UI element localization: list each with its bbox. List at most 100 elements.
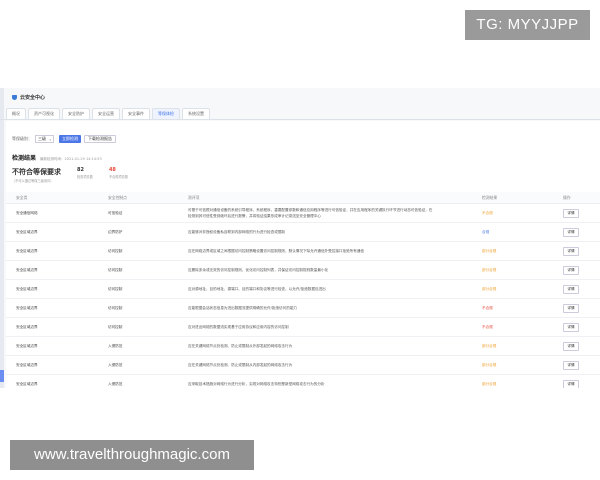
row-type: 访问控制 <box>108 249 123 253</box>
column-header-op: 操作 <box>563 195 571 200</box>
detail-button[interactable]: 详情 <box>563 228 579 237</box>
row-status: 不合规 <box>482 306 493 310</box>
row-type: 入侵防范 <box>108 344 123 348</box>
table-row: 安全区域边界 入侵防范 应采取技术措施对网络行为进行分析，实现对网络攻击特别是新型网… <box>6 375 600 388</box>
tab-asset-visualization[interactable]: 资产可视化 <box>28 108 60 119</box>
watermark-site-label: www.travelthroughmagic.com <box>10 440 254 470</box>
column-header-desc[interactable]: 测评项 <box>188 192 199 204</box>
column-header-type[interactable]: 安全控制点 <box>108 192 168 204</box>
controls-row: 等保级别： 三级 ▾ 立即检测 下载检测报告 <box>12 135 116 143</box>
row-name: 安全区域边界 <box>16 344 38 348</box>
row-type: 可信验证 <box>108 211 123 215</box>
row-status: 不合规 <box>482 325 493 329</box>
row-name: 安全区域边界 <box>16 325 38 329</box>
row-desc: 应在网络边界或区域之间根据访问控制策略设置访问控制规则，默认情况下除允许通信外受… <box>188 249 365 253</box>
sidebar-selected-marker[interactable] <box>0 370 4 382</box>
row-name: 安全区域边界 <box>16 363 38 367</box>
row-type: 访问控制 <box>108 268 123 272</box>
row-desc: 应采取技术措施对网络行为进行分析，实现对网络攻击特别是新型网络攻击行为的分析 <box>188 382 325 386</box>
row-type: 访问控制 <box>108 306 123 310</box>
row-type: 边界防护 <box>108 230 123 234</box>
tab-security-protection[interactable]: 安全防护 <box>62 108 90 119</box>
detail-button[interactable]: 详情 <box>563 285 579 294</box>
column-header-status[interactable]: 检测结果 <box>482 192 532 204</box>
app-title-text: 云安全中心 <box>20 95 46 101</box>
compliance-panel: 等保级别： 三级 ▾ 立即检测 下载检测报告 检测结果 最新检测时间：2021-… <box>6 121 600 388</box>
row-name: 安全区域边界 <box>16 306 38 310</box>
row-status: 部分合规 <box>482 249 497 253</box>
row-desc: 应对源地址、目的地址、源端口、目的端口和协议等进行检查，以允许/拒绝数据包进出 <box>188 287 326 291</box>
detail-button[interactable]: 详情 <box>563 342 579 351</box>
row-name: 安全区域边界 <box>16 287 38 291</box>
verdict-note: （不可以通过等保三级测评） <box>12 179 54 183</box>
table-body: 安全通信网络 可信验证 可基于可信根对通信设备的系统引导程序、系统程序、重要配置参数… <box>6 204 600 388</box>
security-center-window: 云安全中心 概况 资产可视化 安全防护 安全运营 安全事件 等保体检 系统设置 … <box>0 88 600 388</box>
row-name: 安全区域边界 <box>16 249 38 253</box>
fail-count: 48 <box>108 167 116 173</box>
row-desc: 应对进出网络的数据流实现基于应用协议和应用内容的访问控制 <box>188 325 289 329</box>
tab-bar: 概况 资产可视化 安全防护 安全运营 安全事件 等保体检 系统设置 <box>6 108 210 119</box>
tab-security-events[interactable]: 安全事件 <box>122 108 150 119</box>
watermark-tg-label: TG: MYYJJPP <box>465 10 590 40</box>
tab-overview[interactable]: 概况 <box>6 108 26 119</box>
row-status: 不合规 <box>482 211 493 215</box>
row-status: 部分合规 <box>482 344 497 348</box>
row-status: 部分合规 <box>482 382 497 386</box>
tab-divider <box>0 119 600 120</box>
shield-icon <box>12 95 17 100</box>
check-count-stat: 82 检查项总数 <box>77 167 93 183</box>
table-row: 安全区域边界 入侵防范 应在关键网络节点处检测、防止或限制从内部发起的网络攻击行为 部… <box>6 356 600 375</box>
check-count-label: 检查项总数 <box>77 175 93 179</box>
level-select[interactable]: 三级 ▾ <box>35 135 54 143</box>
detail-button[interactable]: 详情 <box>563 247 579 256</box>
verdict-text: 不符合等保要求 <box>12 168 61 176</box>
check-count: 82 <box>77 167 84 173</box>
row-desc: 应在关键网络节点处检测、防止或限制从内部发起的网络攻击行为 <box>188 363 293 367</box>
row-name: 安全区域边界 <box>16 268 38 272</box>
verdict-stat: 不符合等保要求 （不可以通过等保三级测评） <box>12 167 61 183</box>
tab-system-settings[interactable]: 系统设置 <box>182 108 210 119</box>
row-type: 访问控制 <box>108 287 123 291</box>
result-header: 检测结果 最新检测时间：2021-01-29 14:14:53 <box>12 153 102 162</box>
result-stats: 不符合等保要求 （不可以通过等保三级测评） 82 检查项总数 48 不合规项总数 <box>12 167 128 183</box>
left-sidebar-strip <box>0 88 4 388</box>
table-row: 安全区域边界 入侵防范 应在关键网络节点处检测、防止或限制从外部发起的网络攻击行为 部… <box>6 337 600 356</box>
row-desc: 可基于可信根对通信设备的系统引导程序、系统程序、重要配置参数和通信应用程序等进行… <box>188 208 433 218</box>
row-type: 访问控制 <box>108 325 123 329</box>
row-desc: 应删除多余或无效的访问控制规则，优化访问控制列表，并保证访问控制规则数量最小化 <box>188 268 329 272</box>
table-row: 安全区域边界 边界防护 应能够对非授权设备私自联到内部网络的行为进行检查或限制 合规 详… <box>6 223 600 242</box>
level-select-value: 三级 <box>38 136 46 141</box>
table-row: 安全通信网络 可信验证 可基于可信根对通信设备的系统引导程序、系统程序、重要配置参数… <box>6 204 600 223</box>
row-name: 安全区域边界 <box>16 230 38 234</box>
row-name: 安全通信网络 <box>16 211 38 215</box>
fail-count-stat: 48 不合规项总数 <box>109 167 128 183</box>
result-time: 最新检测时间：2021-01-29 14:14:53 <box>40 157 102 161</box>
table-row: 安全区域边界 访问控制 应删除多余或无效的访问控制规则，优化访问控制列表，并保证访问… <box>6 261 600 280</box>
detail-button[interactable]: 详情 <box>563 380 579 388</box>
tab-compliance-check[interactable]: 等保体检 <box>152 108 180 119</box>
detail-button[interactable]: 详情 <box>563 304 579 313</box>
table-header: 安全类 安全控制点 测评项 检测结果 操作 <box>6 192 600 204</box>
row-status: 部分合规 <box>482 287 497 291</box>
detail-button[interactable]: 详情 <box>563 361 579 370</box>
detail-button[interactable]: 详情 <box>563 209 579 218</box>
chevron-down-icon: ▾ <box>49 138 51 142</box>
tab-security-operations[interactable]: 安全运营 <box>92 108 120 119</box>
result-title: 检测结果 <box>12 155 37 162</box>
row-status: 部分合规 <box>482 268 497 272</box>
table-row: 安全区域边界 访问控制 应对进出网络的数据流实现基于应用协议和应用内容的访问控制 不合… <box>6 318 600 337</box>
row-name: 安全区域边界 <box>16 382 38 386</box>
row-type: 入侵防范 <box>108 363 123 367</box>
detail-button[interactable]: 详情 <box>563 323 579 332</box>
detail-button[interactable]: 详情 <box>563 266 579 275</box>
table-row: 安全区域边界 访问控制 应对源地址、目的地址、源端口、目的端口和协议等进行检查，以允… <box>6 280 600 299</box>
row-desc: 应能够对非授权设备私自联到内部网络的行为进行检查或限制 <box>188 230 286 234</box>
fail-count-label: 不合规项总数 <box>108 175 129 179</box>
table-row: 安全区域边界 访问控制 应能根据会话状态信息为进出数据流提供明确的允许/拒绝访问的能… <box>6 299 600 318</box>
download-report-button[interactable]: 下载检测报告 <box>84 135 116 143</box>
level-label: 等保级别： <box>12 136 32 141</box>
column-header-name[interactable]: 安全类 <box>16 192 76 204</box>
table-row: 安全区域边界 访问控制 应在网络边界或区域之间根据访问控制策略设置访问控制规则，默认… <box>6 242 600 261</box>
check-now-button[interactable]: 立即检测 <box>59 135 81 143</box>
app-title: 云安全中心 <box>12 94 45 101</box>
